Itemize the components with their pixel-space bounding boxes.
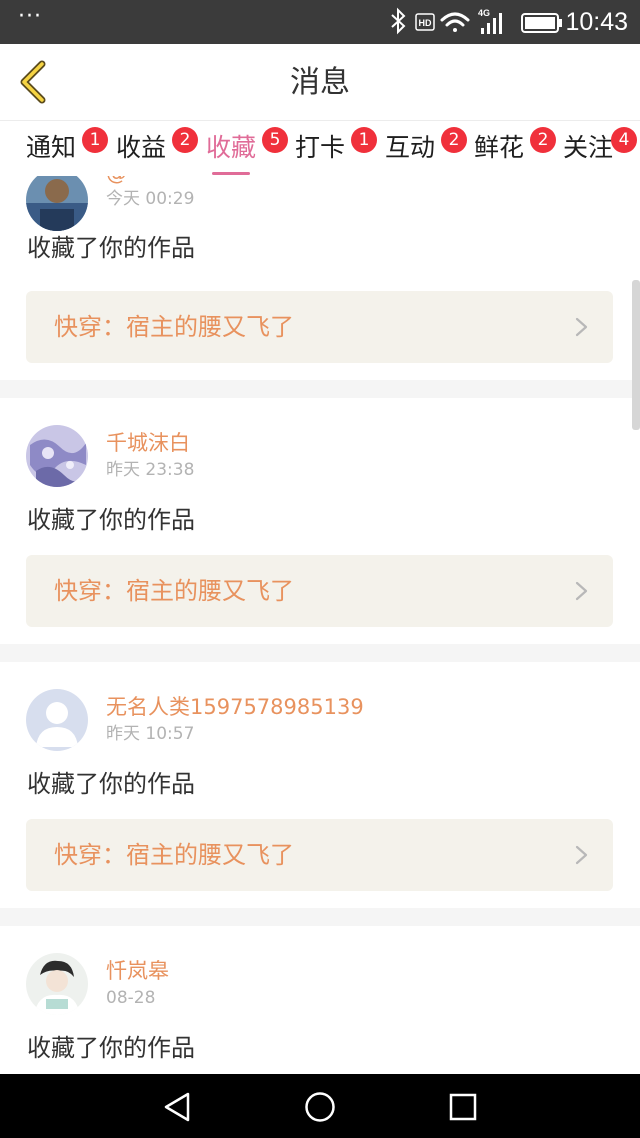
username[interactable]: 无名人类1597578985139 [106, 694, 364, 720]
nav-back-button[interactable] [160, 1090, 194, 1124]
tab-flowers[interactable]: 鲜花 2 [474, 127, 556, 175]
tab-checkin[interactable]: 打卡 1 [295, 127, 377, 175]
list-item: @ 今天 00:29 收藏了你的作品 快穿：宿主的腰又飞了 [0, 176, 640, 380]
status-icons: HD 4G [391, 7, 562, 35]
svg-text:HD: HD [419, 18, 432, 28]
work-link[interactable]: 快穿：宿主的腰又飞了 [26, 555, 613, 627]
user-avatar[interactable] [26, 425, 88, 487]
work-title: 快穿：宿主的腰又飞了 [54, 313, 294, 341]
status-bar: ··· HD 4G 10:43 [0, 0, 640, 44]
tab-label: 通知 [26, 133, 77, 162]
tab-label: 关注 [563, 133, 614, 162]
header: 消息 [0, 44, 640, 120]
user-avatar[interactable] [26, 689, 88, 751]
nav-recents-button[interactable] [446, 1090, 480, 1124]
tab-label: 收益 [116, 133, 167, 162]
work-title: 快穿：宿主的腰又飞了 [54, 841, 294, 869]
default-avatar-icon [26, 689, 88, 751]
tab-interaction[interactable]: 互动 2 [385, 127, 467, 175]
anime-avatar-icon [26, 953, 88, 1015]
tab-follow[interactable]: 关注 4 [563, 127, 640, 175]
signal-icon: 4G [478, 8, 502, 34]
timestamp: 昨天 23:38 [106, 460, 195, 480]
active-tab-indicator [212, 172, 250, 175]
unread-badge: 1 [82, 127, 108, 153]
bluetooth-icon [391, 7, 406, 35]
action-text: 收藏了你的作品 [27, 234, 195, 262]
page-title: 消息 [290, 65, 350, 100]
tab-bar: 通知 1 收益 2 收藏 5 打卡 1 互动 2 鲜花 2 关注 4 [0, 120, 640, 177]
action-text: 收藏了你的作品 [27, 1034, 195, 1062]
svg-text:4G: 4G [478, 8, 490, 18]
chevron-right-icon [575, 845, 588, 865]
action-text: 收藏了你的作品 [27, 506, 195, 534]
art-avatar-icon [26, 425, 88, 487]
message-list[interactable]: @ 今天 00:29 收藏了你的作品 快穿：宿主的腰又飞了 千城沫白 昨天 23… [0, 176, 640, 1074]
list-item: 千城沫白 昨天 23:38 收藏了你的作品 快穿：宿主的腰又飞了 [0, 398, 640, 644]
list-item: 无名人类1597578985139 昨天 10:57 收藏了你的作品 快穿：宿主… [0, 662, 640, 908]
circle-home-icon [305, 1092, 335, 1122]
wifi-icon [440, 12, 470, 32]
timestamp: 昨天 10:57 [106, 724, 195, 744]
tab-label: 鲜花 [474, 133, 525, 162]
unread-badge: 2 [172, 127, 198, 153]
timestamp: 今天 00:29 [106, 189, 195, 209]
username[interactable]: 忏岚皋 [106, 958, 169, 984]
timestamp: 08-28 [106, 988, 156, 1008]
unread-badge: 2 [441, 127, 467, 153]
chevron-right-icon [575, 317, 588, 337]
square-recents-icon [449, 1093, 477, 1121]
photo-avatar-icon [26, 176, 88, 231]
tab-earnings[interactable]: 收益 2 [116, 127, 198, 175]
tab-notice[interactable]: 通知 1 [26, 127, 108, 175]
unread-badge: 1 [351, 127, 377, 153]
battery-icon [521, 13, 562, 33]
action-text: 收藏了你的作品 [27, 770, 195, 798]
unread-badge: 5 [262, 127, 288, 153]
username[interactable]: 千城沫白 [106, 430, 190, 456]
user-avatar[interactable] [26, 953, 88, 1015]
nav-home-button[interactable] [303, 1090, 337, 1124]
list-item: 忏岚皋 08-28 收藏了你的作品 [0, 926, 640, 1074]
work-link[interactable]: 快穿：宿主的腰又飞了 [26, 819, 613, 891]
username[interactable]: @ [106, 176, 127, 186]
triangle-back-icon [164, 1092, 190, 1122]
scrollbar[interactable] [632, 280, 640, 430]
hd-icon: HD [415, 13, 435, 31]
system-nav-bar [0, 1074, 640, 1138]
tab-label: 收藏 [206, 133, 257, 162]
chevron-right-icon [575, 581, 588, 601]
unread-badge: 4 [611, 127, 637, 153]
clock: 10:43 [565, 8, 628, 36]
tab-favorites[interactable]: 收藏 5 [206, 127, 288, 175]
work-title: 快穿：宿主的腰又飞了 [54, 577, 294, 605]
user-avatar[interactable] [26, 176, 88, 231]
overflow-dots: ··· [18, 4, 42, 29]
unread-badge: 2 [530, 127, 556, 153]
tab-label: 打卡 [295, 133, 346, 162]
work-link[interactable]: 快穿：宿主的腰又飞了 [26, 291, 613, 363]
tab-label: 互动 [385, 133, 436, 162]
